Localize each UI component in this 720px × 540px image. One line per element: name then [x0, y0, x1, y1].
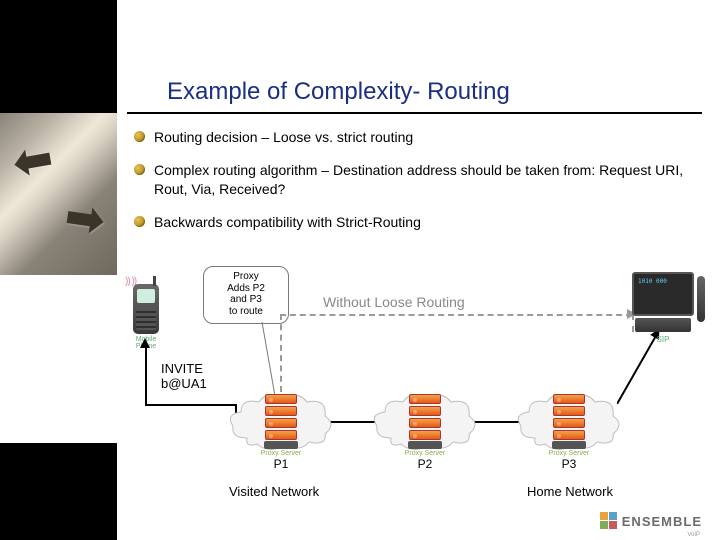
callout-pointer [257, 322, 277, 396]
arrow-up-icon [140, 338, 150, 348]
phone-keys [136, 308, 156, 330]
arrow-segment [145, 344, 147, 404]
strip-photo: ⬅ ➡ [0, 113, 117, 275]
bullet-text: Routing decision – Loose vs. strict rout… [154, 129, 413, 145]
visited-network-label: Visited Network [229, 484, 319, 499]
bullet-item: Complex routing algorithm – Destination … [132, 161, 707, 199]
videophone-handset [697, 276, 705, 322]
server-icon [265, 394, 297, 446]
arrow-segment [145, 404, 237, 406]
invite-label: INVITE b@UA1 [161, 361, 207, 391]
strip-ticks [0, 275, 117, 443]
bullet-text: Backwards compatibility with Strict-Rout… [154, 214, 421, 230]
phone-screen [137, 289, 155, 303]
routing-diagram: Proxy Adds P2 and P3 to route Without Lo… [117, 266, 720, 506]
proxy-node-p3: Proxy Server P3 [513, 392, 625, 471]
without-loose-routing-label: Without Loose Routing [323, 294, 465, 310]
proxy-node-p1: Proxy Server P1 [225, 392, 337, 471]
phone-antenna [153, 276, 156, 286]
callout-line: to route [206, 306, 286, 318]
node-id: P1 [225, 457, 337, 471]
logo-mark-icon [600, 512, 618, 530]
dash-segment [280, 314, 632, 316]
phone-body [133, 284, 159, 334]
bullet-text: Complex routing algorithm – Destination … [154, 162, 683, 197]
strip-arrow-left-icon: ⬅ [4, 131, 62, 189]
home-network-label: Home Network [527, 484, 613, 499]
dash-segment [280, 314, 282, 392]
bullet-item: Routing decision – Loose vs. strict rout… [132, 128, 707, 147]
cloud-icon [515, 392, 623, 452]
slide-title: Example of Complexity- Routing [167, 78, 687, 106]
bullet-item: Backwards compatibility with Strict-Rout… [132, 213, 707, 232]
node-id: P2 [369, 457, 481, 471]
callout-line: Adds P2 [206, 283, 286, 295]
proxy-callout: Proxy Adds P2 and P3 to route [203, 266, 289, 324]
strip-black-top [0, 0, 117, 113]
sip-videophone-icon: SIP [627, 272, 699, 344]
ensemble-logo: ENSEMBLE [600, 512, 702, 530]
strip-black-bottom [0, 443, 117, 540]
server-icon [553, 394, 585, 446]
invite-line: b@UA1 [161, 376, 207, 391]
cloud-icon [227, 392, 335, 452]
logo-subtext: VoIP [687, 532, 700, 538]
strip-arrow-right-icon: ➡ [57, 190, 113, 246]
callout-line: and P3 [206, 294, 286, 306]
title-rule [127, 112, 702, 114]
logo-text: ENSEMBLE [622, 514, 702, 529]
videophone-screen [632, 272, 694, 316]
left-strip: ⬅ ➡ [0, 0, 117, 540]
server-icon [409, 394, 441, 446]
videophone-label: SIP [627, 335, 699, 344]
cloud-icon [371, 392, 479, 452]
slide-body: Example of Complexity- Routing Routing d… [117, 0, 720, 540]
bullet-list: Routing decision – Loose vs. strict rout… [132, 128, 707, 246]
invite-line: INVITE [161, 361, 207, 376]
node-id: P3 [513, 457, 625, 471]
callout-line: Proxy [206, 271, 286, 283]
proxy-node-p2: Proxy Server P2 [369, 392, 481, 471]
videophone-base [635, 318, 691, 332]
